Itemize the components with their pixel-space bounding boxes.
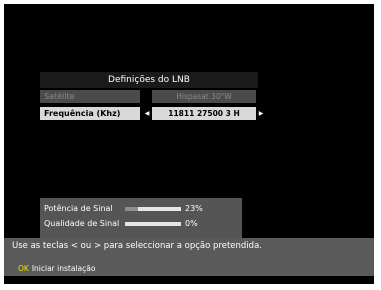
arrow-left-icon[interactable]: ◀ — [142, 107, 152, 120]
frequency-value[interactable]: 11811 27500 3 H — [152, 107, 256, 120]
ok-key-label: OK — [18, 264, 29, 273]
signal-power-label: Potência de Sinal — [44, 204, 113, 213]
signal-power-value: 23% — [185, 204, 203, 213]
signal-quality-bar — [125, 222, 181, 226]
signal-quality-label: Qualidade de Sinal — [44, 219, 120, 228]
signal-panel: Potência de Sinal 23% Qualidade de Sinal… — [40, 198, 242, 238]
arrow-right-icon[interactable]: ▶ — [256, 107, 266, 120]
start-install-label: Iniciar instalação — [31, 264, 96, 273]
frequency-label: Frequência (Khz) — [40, 107, 140, 120]
signal-quality-value: 0% — [185, 219, 198, 228]
signal-power-bar — [125, 207, 181, 211]
help-text: Use as teclas < ou > para seleccionar a … — [12, 241, 262, 251]
lnb-settings-title: Definições do LNB — [40, 72, 258, 88]
help-bar: Use as teclas < ou > para seleccionar a … — [4, 238, 374, 276]
tv-screen: Definições do LNB Satélite Hispasat 30°W… — [4, 4, 374, 284]
satellite-label: Satélite — [40, 90, 140, 103]
satellite-value[interactable]: Hispasat 30°W — [152, 90, 256, 103]
signal-power-fill — [125, 207, 138, 211]
start-install-hint[interactable]: OK Iniciar instalação — [18, 264, 95, 274]
